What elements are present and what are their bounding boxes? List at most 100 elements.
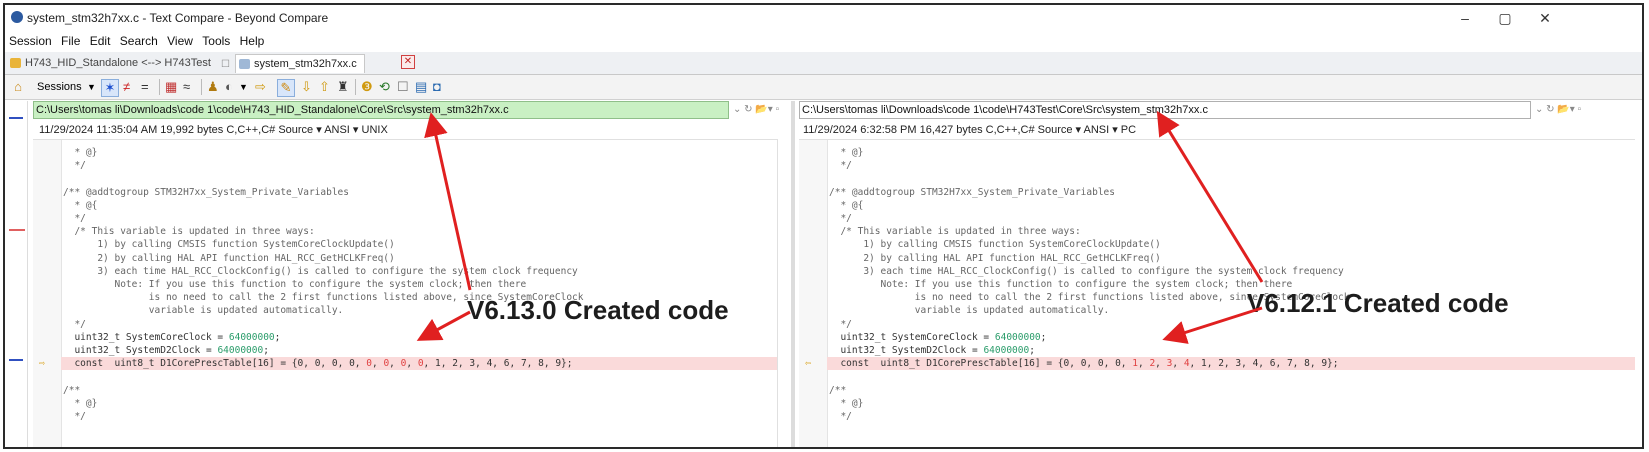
- refresh-icon[interactable]: ⟲: [379, 79, 390, 95]
- tab-folder-compare[interactable]: H743_HID_Standalone <--> H743Test ☐: [7, 54, 233, 73]
- right-path-input[interactable]: C:\Users\tomas li\Downloads\code 1\code\…: [799, 101, 1531, 119]
- code-line: /**: [829, 384, 847, 396]
- tab-close-icon[interactable]: ☐: [221, 55, 230, 74]
- code-line: 1) by calling CMSIS function SystemCoreC…: [63, 239, 395, 251]
- left-path-controls[interactable]: ⌄ ↻ 📂▾ ▫: [733, 101, 779, 119]
- left-gutter: [33, 140, 62, 447]
- right-gutter: [799, 140, 828, 447]
- next-diff-icon[interactable]: ⇩: [301, 79, 312, 95]
- code-line: 1) by calling CMSIS function SystemCoreC…: [829, 239, 1161, 251]
- left-text-pane[interactable]: * @} */ /** @addtogroup STM32H7xx_System_…: [33, 139, 787, 447]
- columns-icon[interactable]: ▦: [165, 79, 177, 95]
- beyond-compare-app-icon: [11, 11, 23, 23]
- code-line: */: [829, 318, 852, 330]
- code-line: Note: If you use this function to config…: [829, 279, 1293, 290]
- code-line: */: [829, 160, 852, 172]
- app-window: system_stm32h7xx.c - Text Compare - Beyo…: [3, 3, 1644, 449]
- code-line: * @{: [63, 199, 98, 211]
- code-line: uint32_t SystemCoreClock = 64000000;: [829, 331, 1047, 343]
- edit-icon[interactable]: ✎: [277, 79, 295, 97]
- code-line: 2) by calling HAL API function HAL_RCC_G…: [829, 252, 1161, 264]
- code-line: uint32_t SystemCoreClock = 64000000;: [63, 331, 281, 343]
- code-line: uint32_t SystemD2Clock = 64000000;: [63, 345, 269, 356]
- menu-session[interactable]: Session: [9, 31, 52, 51]
- toolbar: ⌂ Sessions ▼ ✶ ≠ = ▦ ≈ ♟ ◐ ▼ ⇨ ✎ ⇩ ⇧ ♜ ❸…: [5, 75, 1642, 100]
- menu-bar: Session File Edit Search View Tools Help: [5, 31, 1642, 51]
- menu-file[interactable]: File: [61, 31, 80, 51]
- text-compare-icon: [239, 59, 250, 69]
- code-line: uint32_t SystemD2Clock = 64000000;: [829, 345, 1035, 356]
- merge-icon[interactable]: ❸: [361, 79, 373, 95]
- code-line: /* This variable is updated in three way…: [829, 226, 1081, 238]
- right-path-controls[interactable]: ⌄ ↻ 📂▾ ▫: [1535, 101, 1581, 119]
- code-line: variable is updated automatically.: [829, 305, 1110, 317]
- left-path-input[interactable]: C:\Users\tomas li\Downloads\code 1\code\…: [33, 101, 729, 119]
- code-line: 2) by calling HAL API function HAL_RCC_G…: [63, 252, 395, 264]
- code-line: * @}: [63, 397, 98, 409]
- format-icon[interactable]: ◐: [225, 79, 233, 95]
- close-window-button[interactable]: ✕: [1525, 7, 1565, 29]
- overview-marker: [9, 117, 23, 119]
- code-line: const uint8_t D1CorePrescTable[16] = {0,…: [805, 357, 1635, 371]
- code-line: */: [63, 318, 86, 330]
- tab-label: H743_HID_Standalone <--> H743Test: [25, 57, 211, 69]
- left-annotation-label: V6.13.0 Created code: [467, 295, 729, 325]
- code-line: * @}: [63, 147, 98, 158]
- chevron-down-icon[interactable]: ▼: [87, 79, 96, 95]
- copy-left-arrow-icon[interactable]: ⇦: [805, 357, 811, 370]
- overview-marker: [9, 359, 23, 361]
- code-line: */: [63, 160, 86, 172]
- find-icon[interactable]: ♜: [337, 79, 349, 95]
- maximize-button[interactable]: ▢: [1485, 7, 1525, 29]
- equal-icon[interactable]: =: [141, 79, 149, 95]
- code-line: */: [829, 411, 852, 422]
- code-line: */: [829, 213, 852, 224]
- code-line: 3) each time HAL_RCC_ClockConfig() is ca…: [63, 265, 578, 277]
- overview-thumbnail[interactable]: [5, 101, 28, 447]
- left-scrollbar[interactable]: [777, 139, 788, 447]
- chevron-down-icon[interactable]: ▼: [239, 79, 248, 95]
- code-line: */: [63, 411, 86, 422]
- approx-icon[interactable]: ≈: [183, 79, 190, 95]
- not-equal-icon[interactable]: ≠: [123, 79, 130, 95]
- code-line: /** @addtogroup STM32H7xx_System_Private…: [829, 186, 1115, 198]
- left-file-info: 11/29/2024 11:35:04 AM 19,992 bytes C,C+…: [39, 124, 388, 136]
- code-line: 3) each time HAL_RCC_ClockConfig() is ca…: [829, 265, 1344, 277]
- code-line: Note: If you use this function to config…: [63, 279, 527, 290]
- prev-diff-icon[interactable]: ⇧: [319, 79, 330, 95]
- minimize-button[interactable]: –: [1445, 7, 1485, 29]
- code-line: * @{: [829, 199, 864, 211]
- code-line: /**: [63, 384, 81, 396]
- code-line: * @}: [829, 397, 864, 409]
- tab-text-compare[interactable]: system_stm32h7xx.c: [235, 54, 365, 73]
- title-bar: system_stm32h7xx.c - Text Compare - Beyo…: [5, 5, 1642, 31]
- pane-splitter[interactable]: [791, 101, 795, 447]
- close-tab-icon[interactable]: ✕: [401, 55, 415, 69]
- copy-right-arrow-icon[interactable]: ⇨: [39, 357, 45, 370]
- right-file-info: 11/29/2024 6:32:58 PM 16,427 bytes C,C++…: [803, 124, 1137, 136]
- options-icon[interactable]: ▤: [415, 79, 427, 95]
- rules-icon[interactable]: ♟: [207, 79, 219, 95]
- menu-tools[interactable]: Tools: [202, 31, 230, 51]
- tab-label: system_stm32h7xx.c: [254, 58, 357, 70]
- tab-bar: H743_HID_Standalone <--> H743Test ☐ syst…: [5, 52, 1642, 75]
- save-icon[interactable]: ◘: [433, 79, 441, 95]
- menu-edit[interactable]: Edit: [90, 31, 111, 51]
- right-text-pane[interactable]: * @} */ /** @addtogroup STM32H7xx_System_…: [799, 139, 1635, 447]
- menu-view[interactable]: View: [167, 31, 193, 51]
- home-icon[interactable]: ⌂: [11, 79, 25, 95]
- code-line: */: [63, 213, 86, 224]
- expand-icon[interactable]: ☐: [397, 79, 409, 95]
- code-line: * @}: [829, 147, 864, 158]
- overview-marker: [9, 229, 25, 231]
- menu-search[interactable]: Search: [120, 31, 158, 51]
- menu-help[interactable]: Help: [240, 31, 265, 51]
- right-annotation-label: V6.12.1 Created code: [1247, 288, 1509, 318]
- window-title: system_stm32h7xx.c - Text Compare - Beyo…: [27, 11, 329, 25]
- swap-icon[interactable]: ⇨: [255, 79, 266, 95]
- code-line: /** @addtogroup STM32H7xx_System_Private…: [63, 186, 349, 198]
- sessions-button[interactable]: Sessions: [37, 79, 82, 95]
- folder-compare-icon: [10, 58, 21, 68]
- all-diff-icon[interactable]: ✶: [101, 79, 119, 97]
- code-line: variable is updated automatically.: [63, 305, 344, 317]
